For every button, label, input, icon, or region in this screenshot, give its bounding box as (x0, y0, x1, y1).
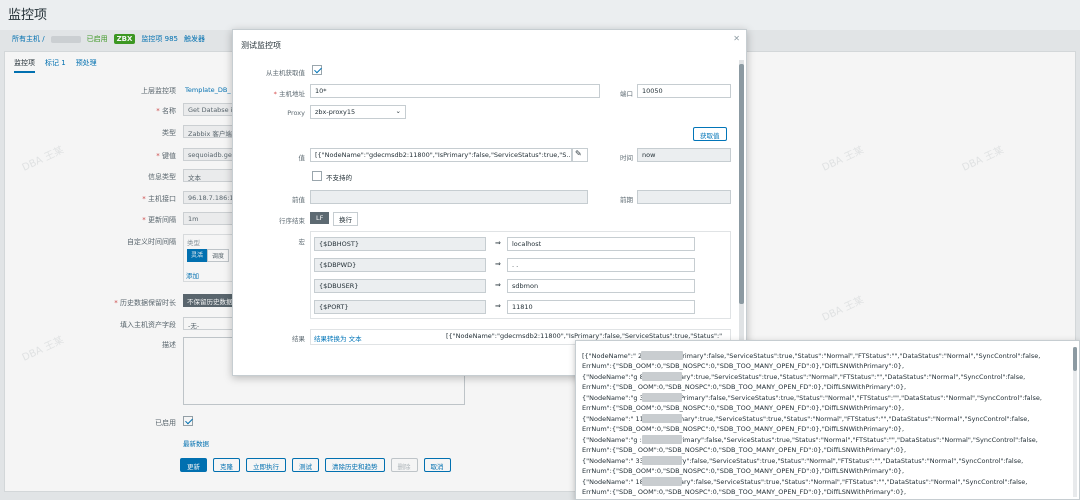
page-title: 监控项 (8, 8, 48, 23)
time-input[interactable]: now (637, 148, 731, 162)
close-icon[interactable]: ✕ (733, 34, 740, 43)
popup-line: ErrNum":{"SDB_ OOM":0,"SDB_NOSPC":0,"SDB… (582, 383, 907, 391)
not-supported-checkbox[interactable] (312, 171, 322, 181)
chevron-down-icon: ⌄ (395, 107, 401, 115)
prev-value-input[interactable] (310, 190, 588, 204)
get-value-button[interactable]: 获取值 (693, 127, 727, 141)
time-label: 时间 (620, 154, 633, 162)
prev-value-label: 前值 (292, 196, 305, 204)
prev-time-label: 前期 (620, 196, 633, 204)
popup-line: ErrNum":{"SDB_OOM":0,"SDB_NOSPC":0,"SDB_… (582, 425, 905, 433)
redaction-block (642, 372, 682, 381)
port-label: 端口 (620, 90, 633, 98)
not-supported-label: 不支持的 (326, 174, 352, 182)
macro-value-input[interactable]: 11810 (507, 300, 695, 314)
edit-icon[interactable]: ✎ (572, 148, 588, 162)
macros-label: 宏 (298, 238, 306, 246)
popup-line: ErrNum":{"SDB_OOM":0,"SDB_NOSPC":0,"SDB_… (582, 404, 905, 412)
proxy-select[interactable]: zbx-proxy15 ⌄ (310, 105, 406, 119)
redaction-block (641, 351, 683, 360)
macro-value-input[interactable]: localhost (507, 237, 695, 251)
macro-value-input[interactable]: sdbmon (507, 279, 695, 293)
macro-arrow: ⇒ (495, 260, 501, 268)
result-convert-text: 结果转换为 文本 (314, 335, 362, 343)
get-from-host-checkbox[interactable] (312, 65, 322, 75)
popup-line: ErrNum":{"SDB_ OOM":0,"SDB_NOSPC":0,"SDB… (582, 446, 907, 454)
macro-arrow: ⇒ (495, 302, 501, 310)
redaction-block (642, 477, 682, 486)
get-from-host-label: 从主机获取值 (266, 69, 305, 77)
value-input[interactable]: [{"NodeName":"gdecmsdb2:11800","IsPrimar… (310, 148, 572, 162)
macro-name: {$DBHOST} (314, 237, 486, 251)
host-address-input[interactable]: 10* (310, 84, 600, 98)
redaction-block (642, 456, 682, 465)
test-item-dialog: 测试监控项 ✕ 从主机获取值 * 主机地址 10* 端口 10050 Proxy… (232, 29, 747, 376)
macro-name: {$DBUSER} (314, 279, 486, 293)
dialog-scrollbar[interactable] (739, 60, 744, 370)
dialog-title: 测试监控项 (241, 41, 281, 50)
host-address-label: * 主机地址 (273, 90, 305, 98)
result-hint-popup: [{"NodeName":" 2:11800","IsPrimary":fals… (575, 340, 1080, 500)
result-label: 结果 (292, 335, 305, 343)
redaction-block (642, 435, 682, 444)
macro-name: {$DBPWD} (314, 258, 486, 272)
result-value[interactable]: [{"NodeName":"gdecmsdb2:11800","IsPrimar… (446, 332, 728, 340)
eol-crlf-toggle[interactable]: 换行 (333, 212, 358, 226)
prev-time-input[interactable] (637, 190, 731, 204)
eol-label: 行序结束 (279, 217, 305, 225)
popup-scrollbar[interactable] (1073, 347, 1077, 497)
value-label: 值 (298, 154, 306, 162)
eol-lf-toggle[interactable]: LF (310, 212, 330, 224)
popup-line: ErrNum":{"SDB_OOM":0,"SDB_NOSPC":0,"SDB_… (582, 467, 905, 475)
macro-name: {$PORT} (314, 300, 486, 314)
macro-arrow: ⇒ (495, 239, 501, 247)
popup-line: ErrNum":{"SDB_ OOM":0,"SDB_NOSPC":0,"SDB… (582, 488, 907, 496)
macro-value-input[interactable]: . . (507, 258, 695, 272)
popup-line: ErrNum":{"SDB_OOM":0,"SDB_NOSPC":0,"SDB_… (582, 362, 905, 370)
port-input[interactable]: 10050 (637, 84, 731, 98)
redaction-block (642, 393, 682, 402)
redaction-block (642, 414, 682, 423)
proxy-label: Proxy (287, 109, 305, 117)
macro-arrow: ⇒ (495, 281, 501, 289)
